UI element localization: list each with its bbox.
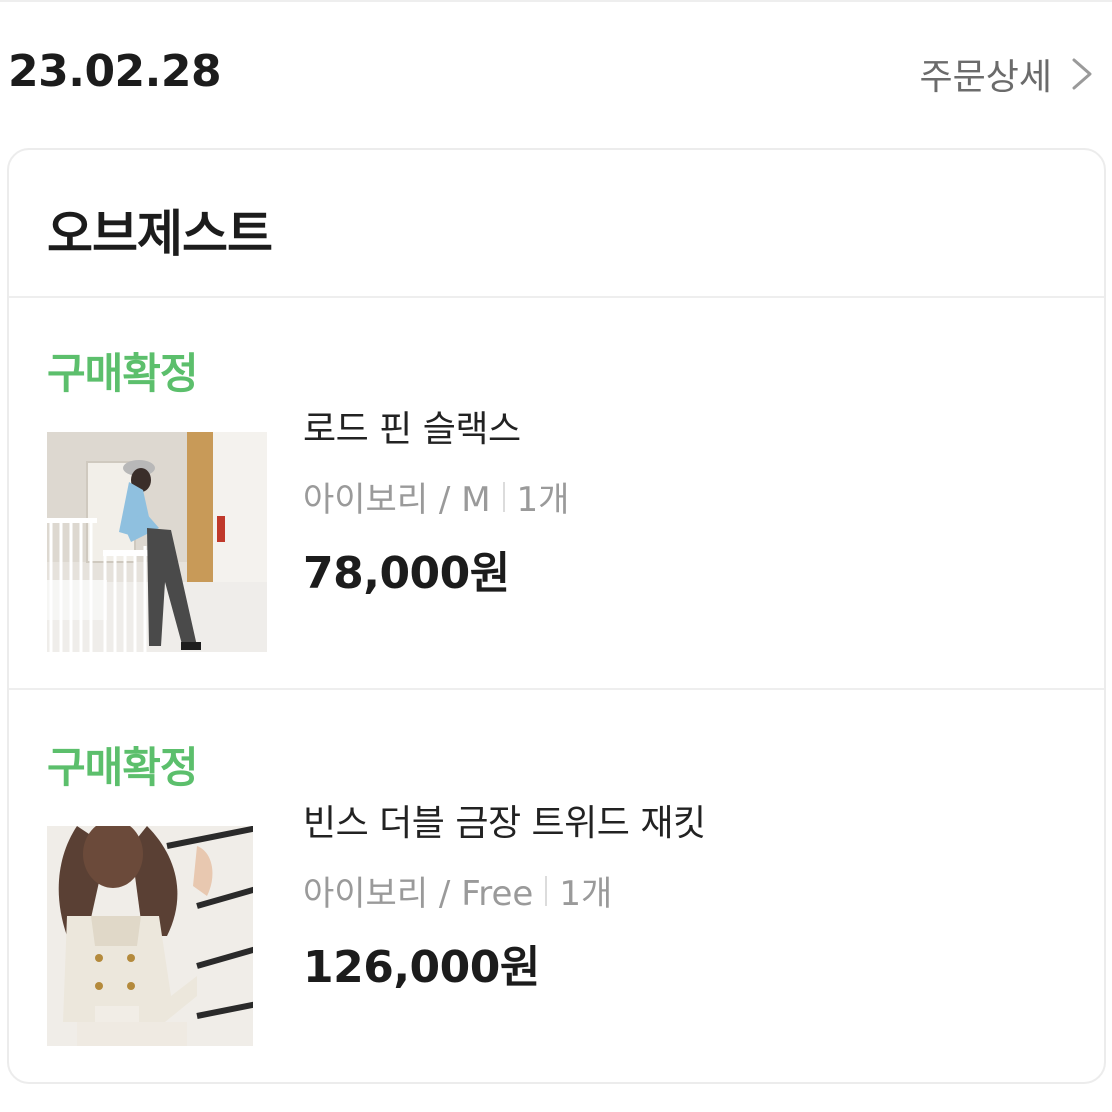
divider [9,688,1104,690]
product-name[interactable]: 로드 핀 슬랙스 [303,400,569,452]
product-options: 아이보리 / Free 1개 [303,866,706,915]
quantity-text: 1개 [516,480,570,520]
order-item[interactable]: 구매확정 [9,734,1104,1074]
order-item[interactable]: 구매확정 [9,340,1104,690]
product-image[interactable] [47,826,267,1046]
order-history-page: 23.02.28 주문상세 오브제스트 구매확정 로드 핀 슬랙스 아이보리 /… [0,0,1112,1112]
order-card: 오브제스트 구매확정 로드 핀 슬랙스 아이보리 / M 1개 78,000원 … [7,148,1106,1084]
purchase-status: 구매확정 [47,349,199,398]
option-text: 아이보리 / M [303,480,491,520]
product-info[interactable]: 로드 핀 슬랙스 아이보리 / M 1개 78,000원 [303,400,569,601]
chevron-right-icon [1072,58,1092,90]
store-name[interactable]: 오브제스트 [47,194,273,266]
quantity-text: 1개 [559,874,613,914]
option-text: 아이보리 / Free [303,874,534,914]
order-detail-label: 주문상세 [919,57,1052,98]
product-price: 78,000원 [303,548,510,599]
divider [9,296,1104,298]
product-options: 아이보리 / M 1개 [303,472,569,521]
option-divider [502,481,505,512]
product-image[interactable] [47,432,267,652]
option-divider [545,875,548,906]
order-header: 23.02.28 주문상세 [0,40,1112,110]
top-divider [0,0,1112,2]
order-detail-link[interactable]: 주문상세 [920,48,1096,100]
product-price: 126,000원 [303,942,540,993]
product-name[interactable]: 빈스 더블 금장 트위드 재킷 [303,794,706,846]
purchase-status: 구매확정 [47,743,199,792]
order-date: 23.02.28 [8,46,222,97]
product-info[interactable]: 빈스 더블 금장 트위드 재킷 아이보리 / Free 1개 126,000원 [303,794,706,995]
